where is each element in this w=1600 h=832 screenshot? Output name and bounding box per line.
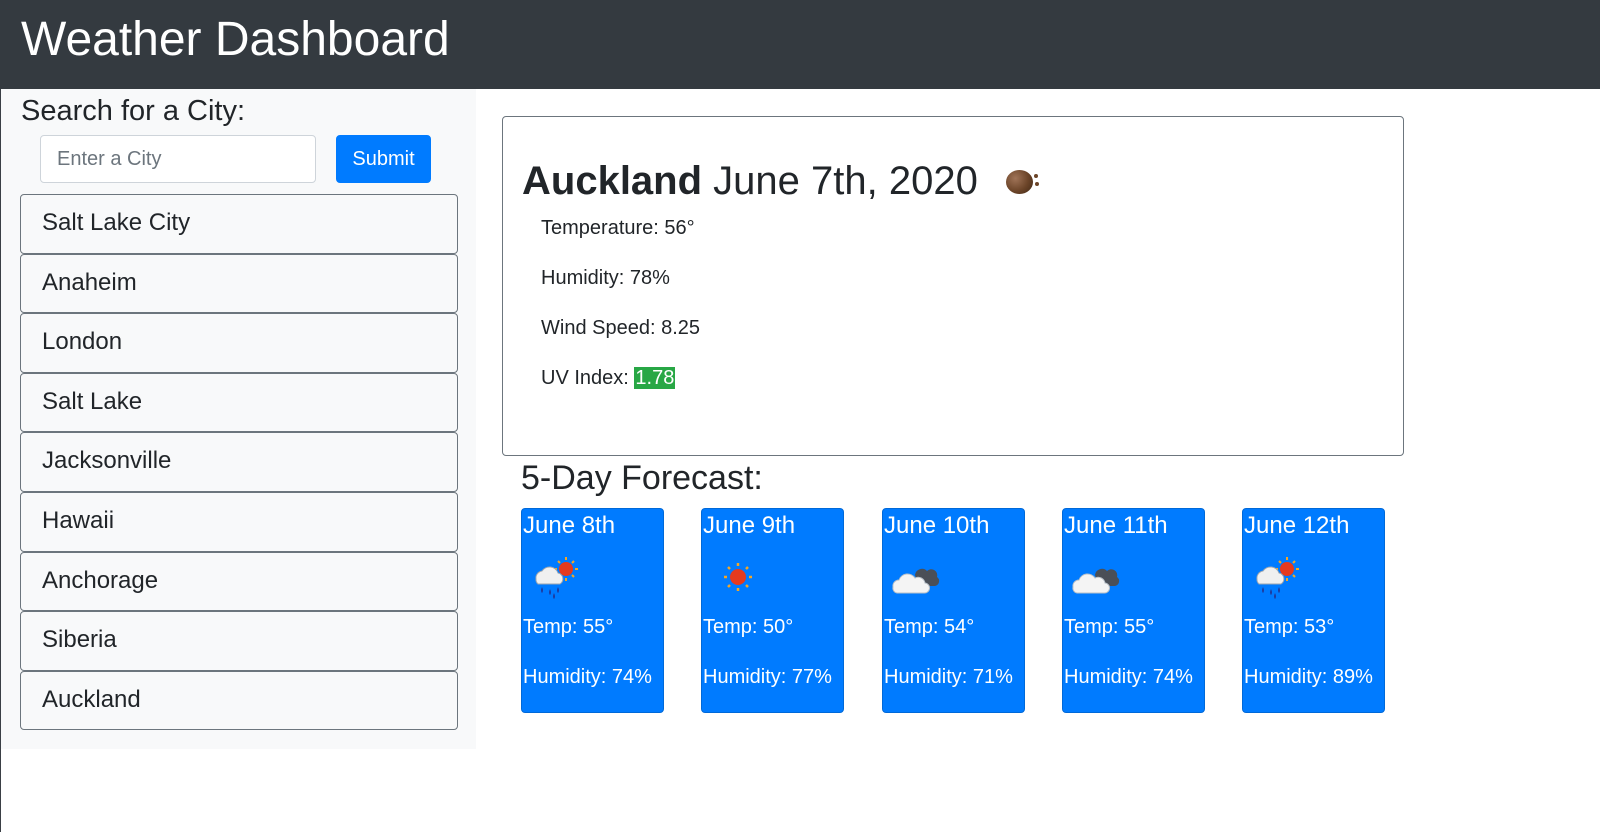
forecast-title: 5-Day Forecast: (521, 459, 763, 497)
city-history-item[interactable]: Anaheim (20, 253, 458, 314)
city-history-item[interactable]: Salt Lake (20, 372, 458, 433)
forecast-humidity: Humidity: 71% (884, 666, 1013, 688)
forecast-date: June 9th (703, 512, 796, 539)
current-weather-heading: Auckland June 7th, 2020 (522, 153, 1043, 209)
city-history-list: Salt Lake City Anaheim London Salt Lake … (20, 194, 458, 731)
city-search-input[interactable] (40, 135, 316, 183)
city-history-item[interactable]: Auckland (20, 670, 458, 731)
forecast-date: June 11th (1064, 512, 1168, 539)
forecast-card: June 12th Temp: 53° Humidity: 89% (1242, 508, 1385, 713)
current-humidity: Humidity: 78% (541, 267, 670, 289)
current-temperature: Temperature: 56° (541, 217, 695, 239)
current-uv-index: UV Index: 1.78 (541, 366, 676, 390)
sun-icon (724, 563, 752, 591)
forecast-temp: Temp: 55° (1064, 616, 1155, 638)
forecast-date: June 10th (884, 512, 990, 539)
city-history-item[interactable]: Siberia (20, 611, 458, 671)
current-wind-speed: Wind Speed: 8.25 (541, 317, 700, 339)
rain-sun-icon (1256, 557, 1299, 599)
forecast-temp: Temp: 54° (884, 616, 975, 638)
city-history-item[interactable]: London (20, 313, 458, 373)
clouds-icon (1072, 568, 1120, 594)
current-city-name: Auckland (522, 159, 703, 203)
submit-button[interactable]: Submit (336, 135, 431, 183)
rain-sun-icon (535, 557, 578, 599)
brown-ball-icon (1003, 166, 1043, 196)
uv-index-badge: 1.78 (634, 367, 676, 389)
forecast-date: June 8th (523, 512, 616, 539)
current-weather-card: Auckland June 7th, 2020 Temperature: 56°… (502, 116, 1404, 456)
city-history-item[interactable]: Jacksonville (20, 432, 458, 492)
forecast-humidity: Humidity: 74% (523, 666, 652, 688)
forecast-card: June 11th Temp: 55° Humidity: 74% (1062, 508, 1205, 713)
sidebar: Search for a City: Submit Salt Lake City… (1, 89, 476, 749)
forecast-temp: Temp: 50° (703, 616, 794, 638)
forecast-date: June 12th (1244, 512, 1350, 539)
forecast-card: June 9th Temp: 50° Humidity: 77% (701, 508, 844, 713)
current-date: June 7th, 2020 (713, 159, 978, 203)
city-history-item[interactable]: Hawaii (20, 491, 458, 552)
header: Weather Dashboard (0, 0, 1600, 89)
city-history-item[interactable]: Anchorage (20, 551, 458, 612)
forecast-temp: Temp: 53° (1244, 616, 1335, 638)
forecast-card: June 10th Temp: 54° Humidity: 71% (882, 508, 1025, 713)
search-title: Search for a City: (21, 95, 246, 127)
clouds-icon (892, 568, 940, 594)
city-history-item[interactable]: Salt Lake City (20, 194, 458, 254)
uv-index-label: UV Index: (541, 367, 635, 389)
forecast-card: June 8th Temp: 55° Humidity: 74% (521, 508, 664, 713)
forecast-humidity: Humidity: 77% (703, 666, 832, 688)
forecast-humidity: Humidity: 74% (1064, 666, 1193, 688)
forecast-temp: Temp: 55° (523, 616, 614, 638)
page-title: Weather Dashboard (21, 13, 450, 66)
forecast-humidity: Humidity: 89% (1244, 666, 1373, 688)
